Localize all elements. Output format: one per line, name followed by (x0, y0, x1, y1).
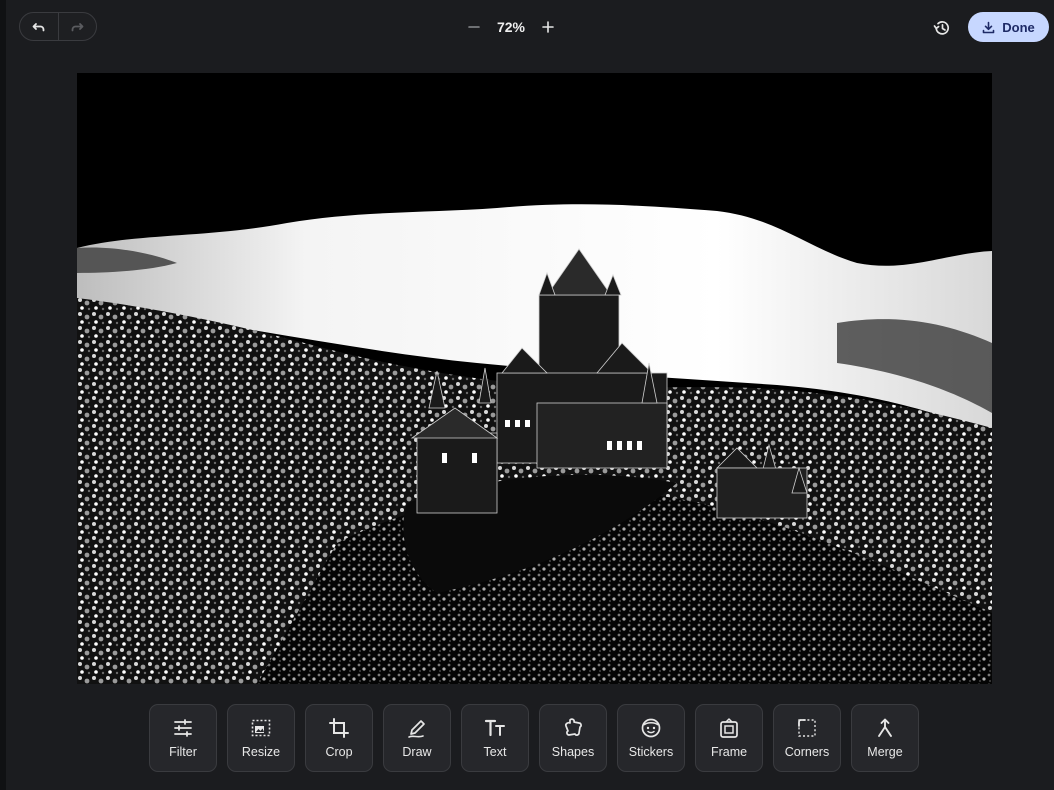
tool-filter-label: Filter (169, 745, 197, 759)
frame-icon (718, 717, 740, 739)
tool-filter[interactable]: Filter (149, 704, 217, 772)
editor-window: 72% Done Filter Resize Crop Draw Text Sh… (0, 0, 1054, 790)
image-canvas[interactable] (77, 73, 992, 684)
done-button[interactable]: Done (968, 12, 1049, 42)
tool-resize[interactable]: Resize (227, 704, 295, 772)
zoom-control: 72% (462, 12, 560, 42)
tool-frame-label: Frame (710, 745, 748, 759)
download-icon (982, 21, 995, 33)
castle-photo (77, 73, 992, 684)
tool-crop[interactable]: Crop (305, 704, 373, 772)
tool-stickers-label: Stickers (628, 745, 674, 759)
undo-redo-group (19, 12, 97, 41)
left-edge (0, 0, 6, 790)
tool-frame[interactable]: Frame (695, 704, 763, 772)
tool-merge-label: Merge (867, 745, 903, 759)
minus-icon (468, 26, 480, 28)
tool-merge[interactable]: Merge (851, 704, 919, 772)
tool-stickers[interactable]: Stickers (617, 704, 685, 772)
tool-resize-label: Resize (241, 745, 281, 759)
crop-icon (328, 717, 350, 739)
sliders-icon (172, 717, 194, 739)
resize-icon (250, 717, 272, 739)
done-label: Done (1002, 19, 1035, 35)
redo-button[interactable] (59, 13, 97, 40)
zoom-out-button[interactable] (462, 15, 486, 39)
pencil-icon (406, 717, 428, 739)
tool-draw-label: Draw (402, 745, 432, 759)
zoom-level: 72% (496, 19, 526, 35)
tool-text[interactable]: Text (461, 704, 529, 772)
zoom-in-button[interactable] (536, 15, 560, 39)
tool-shapes-label: Shapes (551, 745, 595, 759)
sticker-icon (640, 717, 662, 739)
undo-icon (32, 22, 45, 31)
text-icon (484, 717, 506, 739)
shapes-icon (562, 717, 584, 739)
tool-crop-label: Crop (325, 745, 353, 759)
tool-corners[interactable]: Corners (773, 704, 841, 772)
corners-icon (796, 717, 818, 739)
history-button[interactable] (928, 14, 956, 42)
plus-icon (542, 21, 554, 33)
tool-draw[interactable]: Draw (383, 704, 451, 772)
tool-bar: Filter Resize Crop Draw Text Shapes Stic… (149, 704, 919, 772)
merge-icon (874, 717, 896, 739)
undo-button[interactable] (20, 13, 58, 40)
history-icon (933, 21, 950, 35)
tool-shapes[interactable]: Shapes (539, 704, 607, 772)
redo-icon (71, 22, 84, 31)
tool-corners-label: Corners (784, 745, 830, 759)
tool-text-label: Text (483, 745, 507, 759)
